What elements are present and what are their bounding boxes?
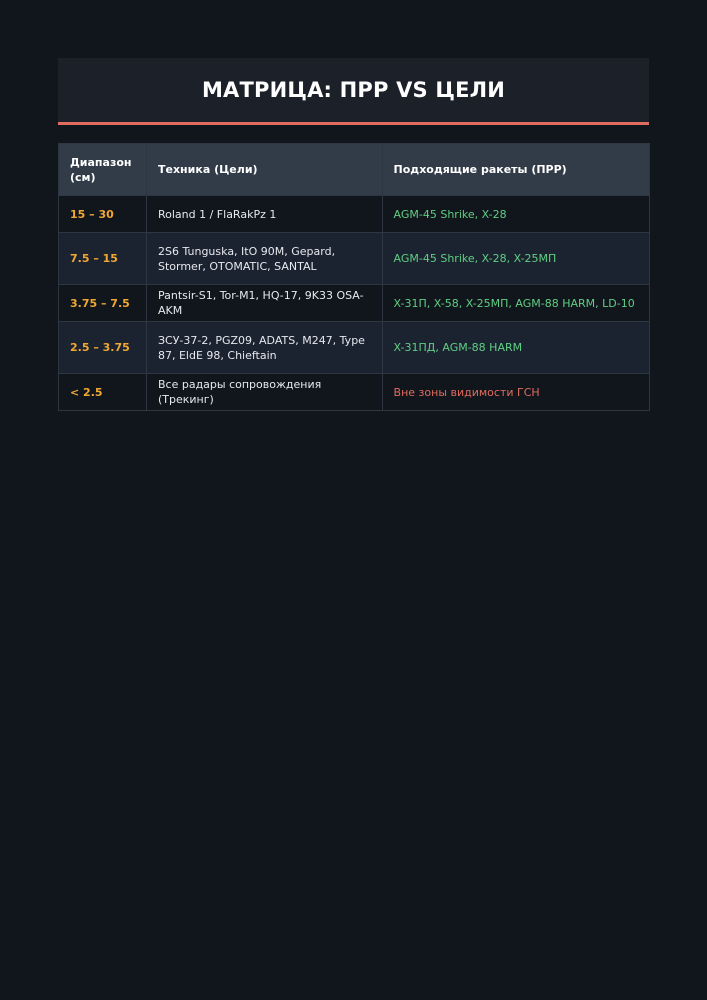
missiles-cell: X-31ПД, AGM-88 HARM	[381, 321, 651, 374]
column-header-missiles: Подходящие ракеты (ПРР)	[381, 143, 651, 196]
table-row: 7.5 – 15 2S6 Tunguska, ItO 90M, Gepard, …	[58, 232, 651, 285]
table-row: < 2.5 Все радары сопровождения (Трекинг)…	[58, 373, 651, 411]
range-cell: 7.5 – 15	[58, 232, 147, 285]
range-cell: 2.5 – 3.75	[58, 321, 147, 374]
page-title: МАТРИЦА: ПРР VS ЦЕЛИ	[201, 78, 506, 102]
title-banner: МАТРИЦА: ПРР VS ЦЕЛИ	[58, 58, 649, 125]
targets-cell: Все радары сопровождения (Трекинг)	[145, 373, 383, 411]
missiles-cell: X-31П, X-58, X-25МП, AGM-88 HARM, LD-10	[381, 284, 651, 322]
column-header-targets: Техника (Цели)	[145, 143, 383, 196]
matrix-table: Диапазон (см) Техника (Цели) Подходящие …	[58, 143, 651, 411]
range-cell: 15 – 30	[58, 195, 147, 233]
missiles-cell-out-of-range: Вне зоны видимости ГСН	[381, 373, 651, 411]
table-header-row: Диапазон (см) Техника (Цели) Подходящие …	[58, 143, 651, 196]
missiles-cell: AGM-45 Shrike, X-28, X-25МП	[381, 232, 651, 285]
missiles-cell: AGM-45 Shrike, X-28	[381, 195, 651, 233]
table-row: 2.5 – 3.75 ЗСУ-37-2, PGZ09, ADATS, M247,…	[58, 321, 651, 374]
targets-cell: 2S6 Tunguska, ItO 90M, Gepard, Stormer, …	[145, 232, 383, 285]
targets-cell: Roland 1 / FlaRakPz 1	[145, 195, 383, 233]
targets-cell: ЗСУ-37-2, PGZ09, ADATS, M247, Type 87, E…	[145, 321, 383, 374]
range-cell: 3.75 – 7.5	[58, 284, 147, 322]
range-cell: < 2.5	[58, 373, 147, 411]
table-row: 15 – 30 Roland 1 / FlaRakPz 1 AGM-45 Shr…	[58, 195, 651, 233]
column-header-range: Диапазон (см)	[58, 143, 147, 196]
table-row: 3.75 – 7.5 Pantsir-S1, Tor-M1, HQ-17, 9K…	[58, 284, 651, 322]
targets-cell: Pantsir-S1, Tor-M1, HQ-17, 9K33 OSA-AKM	[145, 284, 383, 322]
